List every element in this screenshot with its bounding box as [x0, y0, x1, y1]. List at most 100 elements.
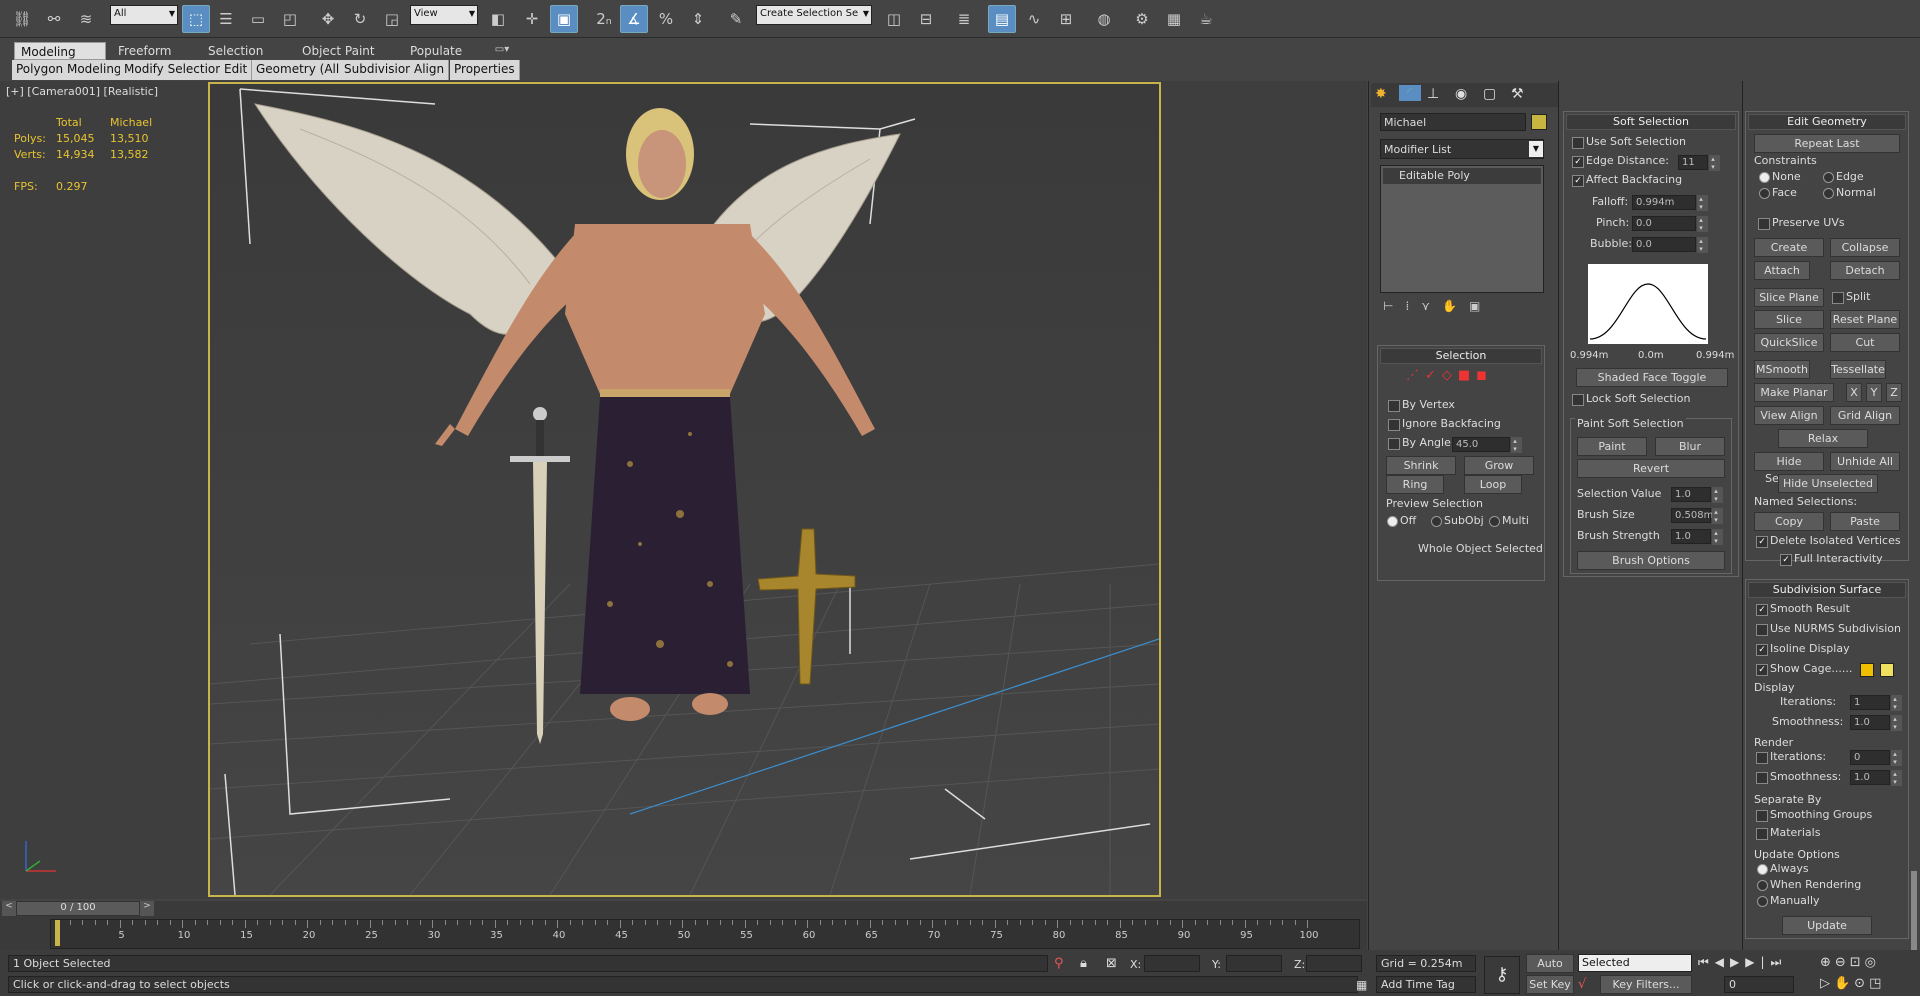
full-interactivity-checkbox[interactable]: Full Interactivity	[1778, 552, 1883, 566]
scale-icon[interactable]: ◲	[378, 5, 406, 33]
curve-editor-icon[interactable]: ∿	[1020, 5, 1048, 33]
constraint-face-radio[interactable]: Face	[1758, 186, 1797, 199]
script-listener-icon[interactable]: ▦	[1356, 978, 1367, 992]
lock-soft-selection-checkbox[interactable]: Lock Soft Selection	[1570, 392, 1690, 406]
current-frame-field[interactable]: 0	[1724, 976, 1794, 993]
subtab-edit[interactable]: Edit	[220, 60, 253, 80]
tab-populate[interactable]: Populate	[404, 42, 468, 60]
preserve-uvs-checkbox[interactable]: Preserve UVs	[1756, 216, 1845, 230]
update-manually-radio[interactable]: Manually	[1756, 894, 1820, 907]
set-key-button[interactable]: Set Key	[1526, 975, 1574, 994]
render-iterations-checkbox[interactable]: Iterations:	[1754, 750, 1826, 764]
select-by-name-icon[interactable]: ☰	[212, 5, 240, 33]
by-angle-checkbox[interactable]: By Angle:	[1386, 436, 1455, 450]
create-button[interactable]: Create	[1754, 238, 1824, 257]
update-when-rendering-radio[interactable]: When Rendering	[1756, 878, 1861, 891]
affect-backfacing-checkbox[interactable]: Affect Backfacing	[1570, 173, 1682, 187]
isoline-display-checkbox[interactable]: Isoline Display	[1754, 642, 1850, 656]
edit-named-sets-icon[interactable]: ✎	[722, 5, 750, 33]
blur-button[interactable]: Blur	[1655, 437, 1725, 456]
preview-subobj-radio[interactable]: SubObj	[1430, 514, 1484, 527]
display-tab-icon[interactable]: ▢	[1483, 86, 1496, 102]
cut-button[interactable]: Cut	[1830, 333, 1900, 352]
quickslice-button[interactable]: QuickSlice	[1754, 333, 1824, 352]
unhide-all-button[interactable]: Unhide All	[1830, 452, 1900, 471]
make-planar-button[interactable]: Make Planar	[1754, 383, 1834, 402]
cage-color-swatch-2[interactable]	[1880, 663, 1894, 677]
modifier-stack[interactable]: Editable Poly	[1380, 165, 1544, 293]
rendered-frame-icon[interactable]: ▦	[1160, 5, 1188, 33]
attach-button[interactable]: Attach	[1754, 261, 1810, 280]
reference-coord-select[interactable]: View	[410, 5, 478, 25]
select-manipulate-icon[interactable]: ✛	[518, 5, 546, 33]
soft-selection-header[interactable]: Soft Selection	[1566, 114, 1736, 130]
materials-checkbox[interactable]: Materials	[1754, 826, 1820, 840]
subtab-polygon-modeling[interactable]: Polygon Modeling	[12, 60, 127, 80]
subdivision-header[interactable]: Subdivision Surface	[1748, 582, 1906, 598]
subtab-geometry-all[interactable]: Geometry (All)	[252, 60, 349, 80]
object-name-field[interactable]: Michael	[1380, 113, 1526, 131]
split-checkbox[interactable]: Split	[1830, 290, 1870, 304]
viewport-label[interactable]: [+] [Camera001] [Realistic]	[6, 85, 158, 98]
render-setup-icon[interactable]: ⚙	[1128, 5, 1156, 33]
lock-selection-icon[interactable]: 🔒︎	[1080, 956, 1087, 971]
show-cage-checkbox[interactable]: Show Cage......	[1754, 662, 1852, 676]
motion-tab-icon[interactable]: ◉	[1455, 86, 1467, 102]
angle-snap-icon[interactable]: ∡	[620, 5, 648, 33]
align-icon[interactable]: ⊟	[912, 5, 940, 33]
modifier-list-select[interactable]: Modifier List	[1380, 139, 1544, 159]
hide-selected-button[interactable]: Hide Selected	[1754, 452, 1824, 485]
selection-filter-select[interactable]: All	[110, 5, 178, 25]
percent-snap-icon[interactable]: %	[652, 5, 680, 33]
mirror-icon[interactable]: ◫	[880, 5, 908, 33]
bind-spacewarp-icon[interactable]: ≋	[72, 5, 100, 33]
falloff-spinner[interactable]: 0.994m	[1632, 195, 1708, 211]
msmooth-button[interactable]: MSmooth	[1754, 360, 1810, 379]
auto-key-button[interactable]: Auto Key	[1526, 954, 1574, 987]
edge-distance-checkbox[interactable]: Edge Distance:	[1570, 154, 1669, 168]
selection-rollout-header[interactable]: Selection	[1380, 348, 1542, 364]
hierarchy-tab-icon[interactable]: ⊥	[1427, 86, 1439, 102]
ribbon-minimize-icon[interactable]: ▭▾	[488, 40, 516, 58]
pinch-spinner[interactable]: 0.0	[1632, 216, 1708, 232]
repeat-last-button[interactable]: Repeat Last	[1754, 134, 1900, 153]
edge-distance-spinner[interactable]: 11	[1678, 155, 1720, 171]
detach-button[interactable]: Detach	[1830, 261, 1900, 280]
planar-z-button[interactable]: Z	[1886, 383, 1902, 402]
named-selection-set-field[interactable]: Create Selection Se	[756, 5, 872, 25]
pivot-center-icon[interactable]: ◧	[484, 5, 512, 33]
slice-button[interactable]: Slice	[1754, 310, 1824, 329]
time-prev-button[interactable]: <	[2, 901, 16, 916]
key-icon[interactable]: ⚷	[1484, 956, 1520, 994]
planar-y-button[interactable]: Y	[1866, 383, 1882, 402]
toggle-ribbon-icon[interactable]: ▤	[988, 5, 1016, 33]
unlink-icon[interactable]: ⚯	[40, 5, 68, 33]
utilities-tab-icon[interactable]: ⚒	[1511, 86, 1524, 102]
selection-value-spinner[interactable]: 1.0	[1671, 487, 1723, 503]
isolate-icon[interactable]: ⚲	[1054, 956, 1064, 971]
time-cursor[interactable]	[55, 920, 60, 946]
spinner-snap-icon[interactable]: ⇕	[684, 5, 712, 33]
rotate-icon[interactable]: ↻	[346, 5, 374, 33]
display-smoothness-spinner[interactable]: 1.0	[1850, 715, 1902, 731]
brush-options-button[interactable]: Brush Options	[1577, 551, 1725, 570]
display-iterations-spinner[interactable]: 1	[1850, 695, 1902, 711]
subtab-subdivision[interactable]: Subdivision	[340, 60, 418, 80]
brush-strength-spinner[interactable]: 1.0	[1671, 529, 1723, 545]
chevron-down-icon[interactable]: ▼	[1529, 141, 1543, 157]
cage-color-swatch-1[interactable]	[1860, 663, 1874, 677]
smoothing-groups-checkbox[interactable]: Smoothing Groups	[1754, 808, 1872, 822]
create-tab-icon[interactable]: ✸	[1375, 86, 1387, 102]
time-next-button[interactable]: >	[140, 901, 154, 916]
subtab-properties[interactable]: Properties	[450, 60, 520, 80]
render-production-icon[interactable]: ☕	[1192, 5, 1220, 33]
viewport-nav-icons-bottom[interactable]: ▷✋⊙◳	[1820, 976, 1885, 991]
slice-plane-button[interactable]: Slice Plane	[1754, 288, 1824, 307]
tessellate-button[interactable]: Tessellate	[1830, 360, 1886, 379]
constraint-none-radio[interactable]: None	[1758, 170, 1801, 183]
grow-button[interactable]: Grow	[1464, 456, 1534, 475]
paint-button[interactable]: Paint	[1577, 437, 1647, 456]
use-nurms-checkbox[interactable]: Use NURMS Subdivision	[1754, 622, 1901, 636]
object-color-swatch[interactable]	[1531, 114, 1547, 130]
ring-button[interactable]: Ring	[1386, 475, 1444, 494]
